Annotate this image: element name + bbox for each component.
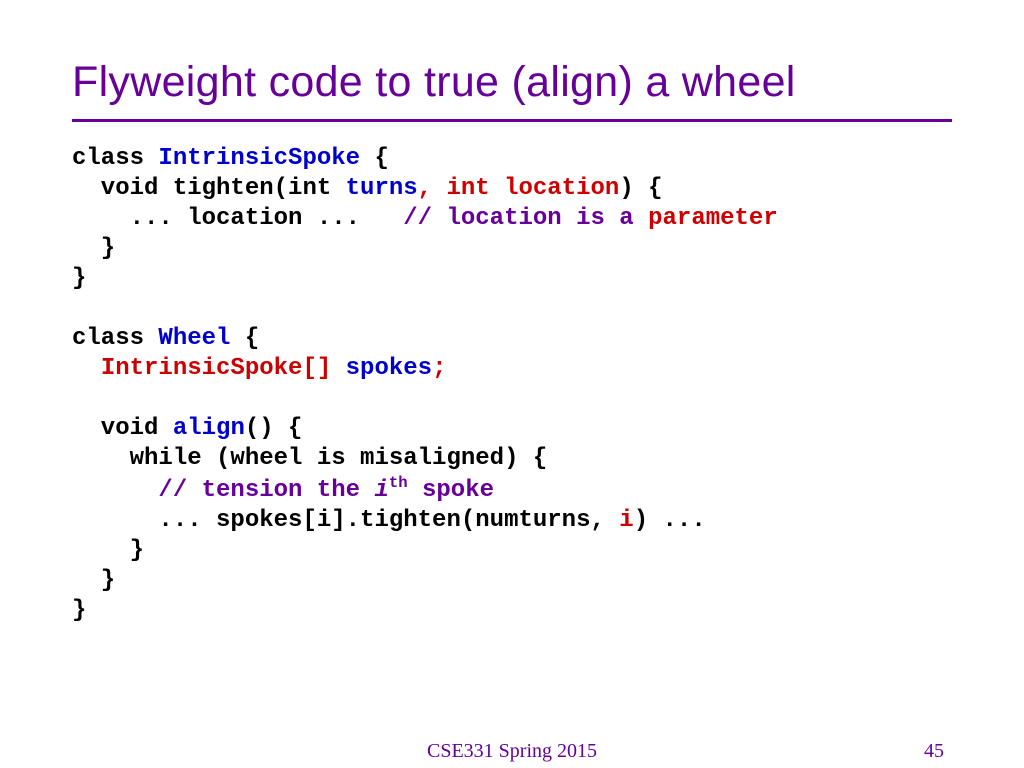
code-text: () { bbox=[245, 415, 303, 442]
footer-page-number: 45 bbox=[924, 740, 944, 763]
code-text: } bbox=[72, 537, 144, 564]
code-text: class bbox=[72, 325, 158, 352]
code-superscript: th bbox=[389, 474, 408, 492]
code-type: IntrinsicSpoke[] bbox=[101, 355, 346, 382]
code-comment: i bbox=[374, 477, 388, 504]
code-text: void bbox=[72, 415, 173, 442]
code-text: } bbox=[72, 597, 86, 624]
code-text: } bbox=[72, 567, 115, 594]
code-text: ) { bbox=[619, 175, 662, 202]
code-text: void tighten(int bbox=[72, 175, 346, 202]
code-method: align bbox=[173, 415, 245, 442]
code-arg: i bbox=[619, 507, 633, 534]
code-text: ) ... bbox=[634, 507, 706, 534]
code-text: { bbox=[245, 325, 259, 352]
code-text: while (wheel is misaligned) { bbox=[72, 445, 547, 472]
code-param: turns bbox=[346, 175, 418, 202]
code-text: } bbox=[72, 235, 115, 262]
slide-title: Flyweight code to true (align) a wheel bbox=[72, 58, 952, 107]
code-field: spokes bbox=[346, 355, 432, 382]
code-text: ... spokes[i].tighten(numturns, bbox=[72, 507, 619, 534]
code-text: { bbox=[374, 145, 388, 172]
code-text bbox=[72, 477, 158, 504]
code-comment: spoke bbox=[408, 477, 494, 504]
code-class-name: IntrinsicSpoke bbox=[158, 145, 374, 172]
title-rule bbox=[72, 119, 952, 122]
code-comment: // tension the bbox=[158, 477, 374, 504]
code-text: } bbox=[72, 265, 86, 292]
code-text bbox=[72, 355, 101, 382]
code-class-name: Wheel bbox=[158, 325, 244, 352]
code-param-new: int location bbox=[446, 175, 619, 202]
code-keyword: parameter bbox=[648, 205, 778, 232]
code-block: class IntrinsicSpoke { void tighten(int … bbox=[72, 144, 952, 626]
code-text: , bbox=[418, 175, 447, 202]
code-comment: // location is a bbox=[403, 205, 648, 232]
code-text: ... location ... bbox=[72, 205, 403, 232]
code-text: ; bbox=[432, 355, 446, 382]
footer-course: CSE331 Spring 2015 bbox=[0, 740, 1024, 763]
slide: Flyweight code to true (align) a wheel c… bbox=[0, 0, 1024, 768]
code-text: class bbox=[72, 145, 158, 172]
